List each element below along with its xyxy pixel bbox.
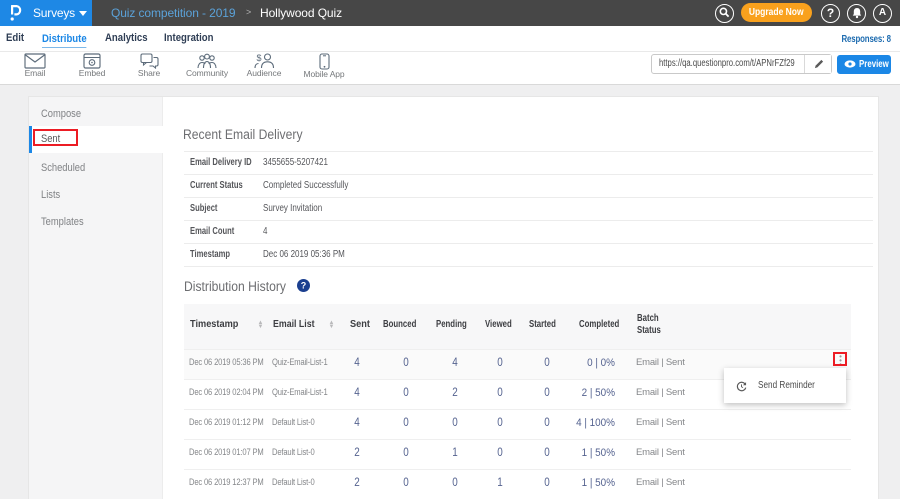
svg-text:?: ? <box>301 281 307 291</box>
svg-text:$: $ <box>256 53 261 63</box>
